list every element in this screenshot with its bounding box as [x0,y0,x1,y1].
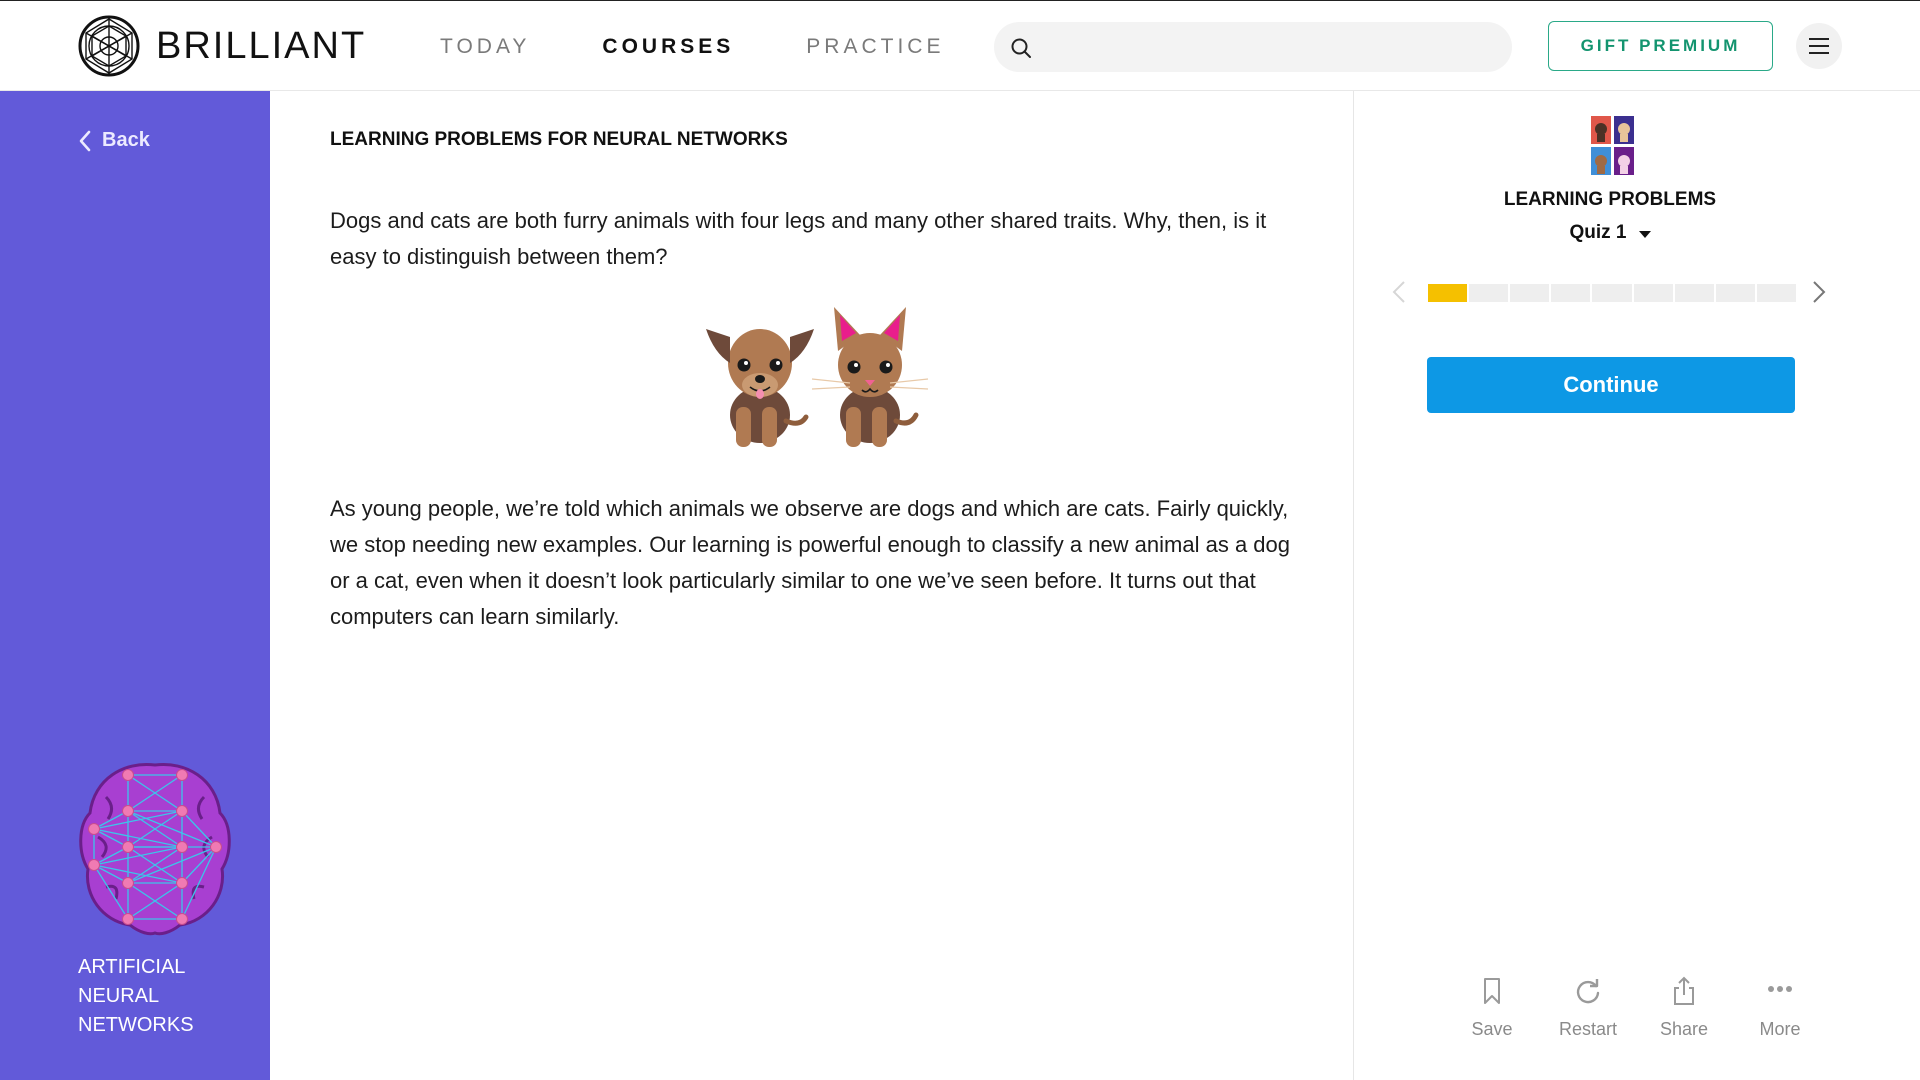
quiz-thumbnail-icon [1591,116,1634,175]
back-button[interactable]: Back [78,129,150,152]
nav-practice[interactable]: PRACTICE [806,35,944,59]
more-label: More [1759,1019,1801,1039]
dog-and-cat-illustration [706,307,929,447]
lesson-content: LEARNING PROBLEMS FOR NEURAL NETWORKS Do… [270,91,1353,1080]
back-label: Back [102,129,150,151]
neural-brain-icon [79,762,231,936]
menu-button[interactable] [1796,23,1842,69]
share-icon [1674,976,1694,1005]
progress-segment [1551,284,1591,302]
lesson-title: LEARNING PROBLEMS [1503,189,1717,210]
search-icon [1011,38,1031,58]
progress-segment [1674,284,1714,302]
brilliant-logo[interactable]: BRILLIANT [78,15,366,77]
save-button[interactable]: Save [1444,975,1540,1040]
main-nav: TODAY COURSES PRACTICE [440,35,1016,59]
paragraph-intro: Dogs and cats are both furry animals wit… [330,208,1267,269]
top-header: BRILLIANT TODAY COURSES PRACTICE GIFT PR… [0,0,1920,91]
progress-segment [1715,284,1755,302]
course-sidebar: Back ARTIFICIAL NEURAL NETWORKS [0,91,270,1080]
restart-button[interactable]: Restart [1540,975,1636,1040]
bookmark-icon [1484,978,1500,1004]
progress-segment [1469,284,1509,302]
progress-bar [1428,284,1796,302]
gift-premium-button[interactable]: GIFT PREMIUM [1548,21,1773,71]
share-label: Share [1659,1019,1709,1039]
progress-segment [1510,284,1550,302]
chevron-left-icon [79,130,91,151]
quiz-selector[interactable]: Quiz 1 [1354,222,1866,244]
nav-today[interactable]: TODAY [440,35,530,59]
progress-segment [1428,284,1468,302]
restart-icon [1576,979,1600,1004]
hamburger-menu-icon [1809,38,1829,54]
quiz-panel: LEARNING PROBLEMS Quiz 1 Continue Save R… [1353,91,1920,1080]
progress-segment [1633,284,1673,302]
progress-segment [1756,284,1796,302]
restart-label: Restart [1558,1019,1618,1039]
progress-segment [1592,284,1632,302]
save-label: Save [1471,1019,1513,1039]
cat-icon [811,307,929,447]
more-button[interactable]: More [1732,975,1828,1040]
more-dots-icon [1768,986,1792,992]
paragraph-learning: As young people, we’re told which animal… [330,496,1290,629]
caret-down-icon [1638,230,1651,238]
nav-courses[interactable]: COURSES [602,35,734,59]
progress-navigator [1390,277,1830,307]
dog-icon [706,329,814,447]
chevron-left-icon[interactable] [1390,279,1408,305]
quiz-label: Quiz 1 [1569,222,1627,243]
continue-button[interactable]: Continue [1427,357,1795,413]
course-name: ARTIFICIAL NEURAL NETWORKS [78,956,194,1036]
section-title: LEARNING PROBLEMS FOR NEURAL NETWORKS [330,129,788,150]
lesson-actions: Save Restart Share More [1444,975,1844,1040]
logo-text: BRILLIANT [156,24,367,67]
brilliant-logo-icon [78,15,140,77]
chevron-right-icon[interactable] [1810,279,1828,305]
search-input[interactable] [994,22,1512,72]
share-button[interactable]: Share [1636,975,1732,1040]
